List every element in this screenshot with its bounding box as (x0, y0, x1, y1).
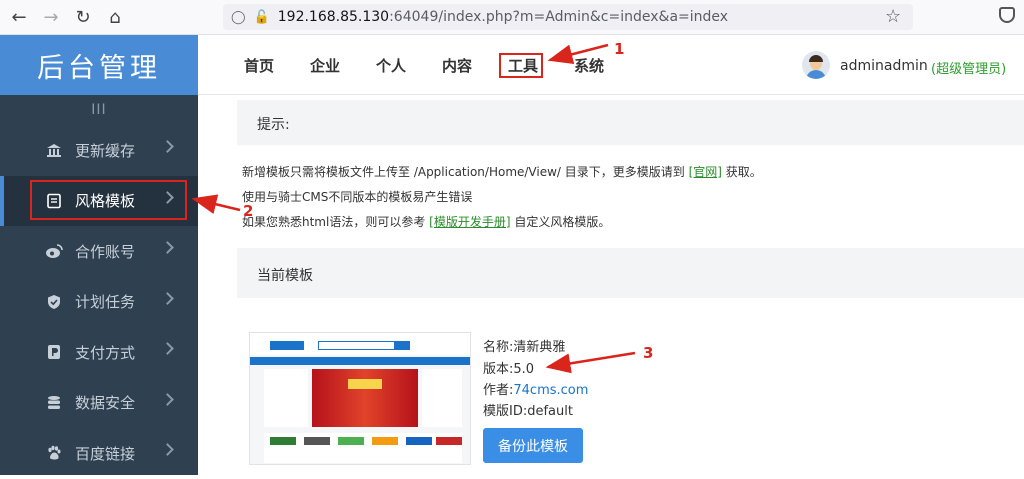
app-logo: 后台管理 (0, 35, 198, 95)
sidebar-item-label: 计划任务 (75, 293, 136, 312)
sidebar-item-label: 支付方式 (75, 343, 136, 362)
pocket-icon[interactable] (999, 7, 1015, 23)
tip-line-1: 新增模板只需将模板文件上传至 /Application/Home/View/ 目… (242, 163, 762, 180)
browser-toolbar: ← → ↻ ⌂ ◯ 🔓 192.168.85.130:64049/index.p… (0, 0, 1024, 35)
sidebar-item-label: 合作账号 (75, 242, 136, 261)
tip-text: 自定义风格模版。 (510, 215, 611, 229)
reload-icon[interactable]: ↻ (70, 4, 96, 30)
template-version: 5.0 (513, 362, 535, 377)
home-icon[interactable]: ⌂ (102, 4, 128, 30)
sidebar-item-data-security[interactable]: 数据安全 (0, 378, 198, 429)
template-id: default (527, 404, 573, 419)
template-thumbnail[interactable] (249, 332, 471, 465)
sidebar-item-payment-methods[interactable]: 支付方式 (0, 327, 198, 378)
tip-text: 如果您熟悉html语法，则可以参考 (242, 215, 430, 229)
collapse-menu-icon[interactable]: III (0, 95, 198, 125)
field-label: 名称: (483, 340, 514, 355)
sidebar-item-update-cache[interactable]: 更新缓存 (0, 125, 198, 176)
tab-content[interactable]: 内容 (442, 55, 472, 76)
username[interactable]: adminadmin (840, 58, 928, 74)
author-link[interactable]: 74cms.com (513, 383, 588, 398)
shield-icon (45, 293, 63, 311)
database-icon (45, 394, 63, 412)
field-label: 作者: (483, 383, 514, 398)
backup-template-button[interactable]: 备份此模板 (483, 428, 583, 463)
chevron-right-icon (161, 392, 174, 406)
main-content: 提示: 新增模板只需将模板文件上传至 /Application/Home/Vie… (198, 96, 1024, 475)
sidebar-item-baidu-links[interactable]: 百度链接 (0, 428, 198, 479)
back-arrow-icon[interactable]: ← (6, 4, 32, 30)
sidebar-item-label: 数据安全 (75, 394, 136, 413)
template-author-row: 作者:74cms.com (483, 379, 588, 398)
tab-enterprise[interactable]: 企业 (310, 55, 340, 76)
tip-line-3: 如果您熟悉html语法，则可以参考 [模版开发手册] 自定义风格模版。 (242, 213, 610, 230)
chevron-right-icon (161, 342, 174, 355)
bank-icon (45, 141, 63, 159)
weibo-icon (45, 242, 63, 260)
template-manual-link[interactable]: [模版开发手册] (429, 215, 510, 229)
tips-heading: 提示: (237, 100, 1024, 145)
sidebar-item-label: 百度链接 (75, 444, 136, 463)
template-name: 清新典雅 (513, 340, 566, 355)
sidebar-item-label: 更新缓存 (75, 141, 136, 160)
field-label: 版本: (483, 362, 514, 377)
official-site-link[interactable]: [官网] (689, 165, 722, 179)
user-role: (超级管理员) (931, 62, 1007, 77)
tab-system[interactable]: 系统 (574, 55, 604, 76)
url-path: :64049/index.php?m=Admin&c=index&a=index (389, 9, 729, 25)
sidebar: 后台管理 III 更新缓存 风格模板 合作账号 计划任务 支付方式 数据安全 百… (0, 35, 198, 475)
forward-arrow-icon[interactable]: → (38, 4, 64, 30)
tip-text: 新增模板只需将模板文件上传至 /Application/Home/View/ 目… (242, 165, 689, 179)
paw-icon (45, 444, 63, 462)
avatar[interactable] (802, 51, 830, 79)
payment-icon (45, 343, 63, 361)
highlight-box-tools (499, 53, 543, 78)
annotation-number-1: 1 (614, 40, 625, 58)
bookmark-star-icon[interactable]: ☆ (885, 6, 901, 27)
address-bar[interactable]: ◯ 🔓 192.168.85.130:64049/index.php?m=Adm… (223, 4, 913, 30)
highlight-box-style-template (30, 180, 187, 220)
chevron-right-icon (161, 443, 174, 456)
annotation-number-2: 2 (243, 202, 254, 220)
sidebar-item-partner-accounts[interactable]: 合作账号 (0, 226, 198, 277)
template-name-row: 名称:清新典雅 (483, 336, 565, 355)
url-host: 192.168.85.130 (277, 9, 390, 25)
field-label: 模版ID: (483, 404, 528, 419)
annotation-number-3: 3 (643, 344, 654, 362)
template-id-row: 模版ID:default (483, 400, 573, 419)
chevron-right-icon (161, 140, 174, 153)
tip-line-2: 使用与骑士CMS不同版本的模板易产生错误 (242, 190, 473, 204)
tab-home[interactable]: 首页 (244, 55, 274, 76)
insecure-lock-icon[interactable]: 🔓 (254, 10, 270, 25)
shield-icon[interactable]: ◯ (231, 10, 246, 25)
tip-text: 获取。 (721, 165, 762, 179)
top-navigation: 首页 企业 个人 内容 工具 系统 adminadmin (超级管理员) (198, 35, 1024, 95)
template-version-row: 版本:5.0 (483, 358, 534, 377)
chevron-right-icon (161, 241, 174, 254)
chevron-right-icon (161, 291, 174, 305)
tab-personal[interactable]: 个人 (376, 55, 406, 76)
sidebar-item-scheduled-tasks[interactable]: 计划任务 (0, 277, 198, 328)
current-template-heading: 当前模板 (237, 248, 1024, 298)
